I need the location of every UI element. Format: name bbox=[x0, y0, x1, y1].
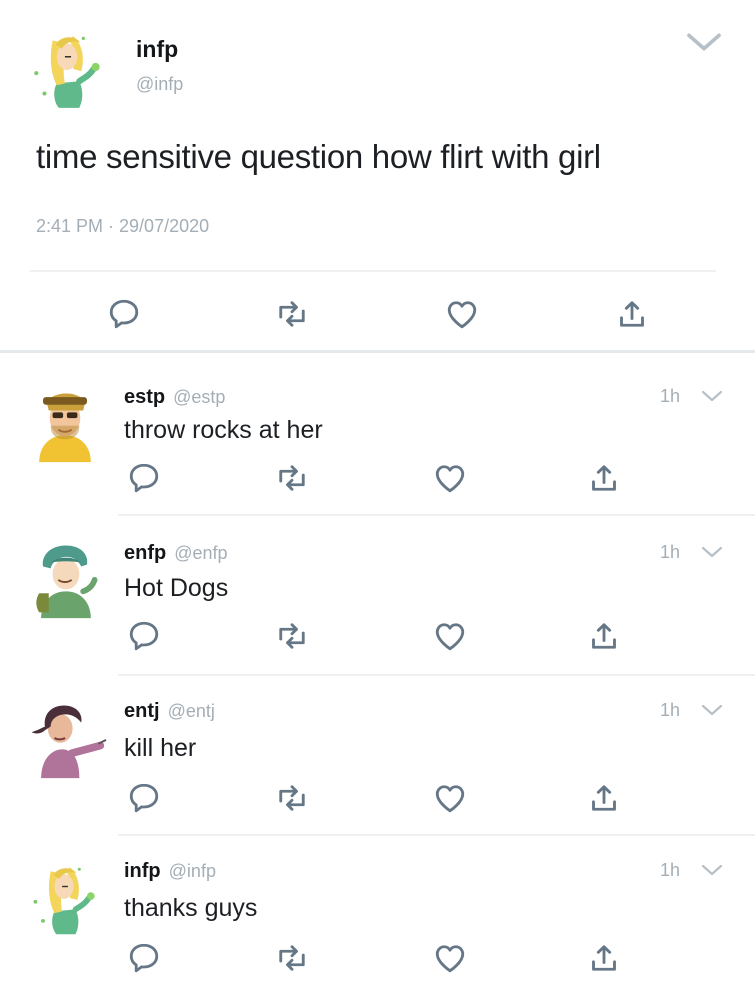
reply-text: Hot Dogs bbox=[124, 574, 229, 602]
reply-icon bbox=[126, 780, 162, 816]
retweet-button[interactable] bbox=[274, 296, 310, 332]
like-button[interactable] bbox=[432, 780, 468, 816]
reply-icon bbox=[126, 940, 162, 976]
like-icon bbox=[432, 460, 468, 496]
reply-tweet: estp @estp 1h throw rocks at her bbox=[0, 356, 755, 514]
share-icon bbox=[586, 780, 622, 816]
reply-author[interactable]: enfp @enfp bbox=[124, 542, 228, 565]
chevron-down-icon[interactable] bbox=[700, 701, 724, 719]
retweet-icon bbox=[274, 296, 310, 332]
reply-time: 1h bbox=[660, 386, 681, 406]
retweet-icon bbox=[274, 618, 310, 654]
retweet-button[interactable] bbox=[274, 940, 310, 976]
avatar[interactable] bbox=[22, 22, 114, 114]
main-tweet: infp @infp time sensitive question how f… bbox=[0, 0, 755, 352]
reply-tweet: infp @infp 1h thanks guys bbox=[0, 836, 755, 994]
avatar[interactable] bbox=[22, 854, 108, 940]
like-icon bbox=[444, 296, 480, 332]
author-handle: @enfp bbox=[174, 543, 228, 563]
reply-time: 1h bbox=[660, 542, 681, 562]
reply-icon bbox=[126, 618, 162, 654]
avatar[interactable] bbox=[22, 378, 108, 464]
chevron-down-icon[interactable] bbox=[700, 861, 724, 879]
reply-button[interactable] bbox=[126, 460, 162, 496]
reply-button[interactable] bbox=[126, 780, 162, 816]
chevron-down-icon[interactable] bbox=[700, 543, 724, 561]
like-icon bbox=[432, 780, 468, 816]
like-button[interactable] bbox=[432, 618, 468, 654]
tweet-timestamp: 2:41 PM · 29/07/2020 bbox=[36, 216, 210, 236]
reply-icon bbox=[106, 296, 142, 332]
reply-button[interactable] bbox=[126, 940, 162, 976]
reply-time: 1h bbox=[660, 860, 681, 880]
author-name[interactable]: infp bbox=[136, 36, 178, 63]
divider bbox=[30, 270, 716, 272]
chevron-down-icon[interactable] bbox=[684, 30, 724, 54]
like-button[interactable] bbox=[432, 940, 468, 976]
thread-divider bbox=[0, 350, 755, 353]
retweet-icon bbox=[274, 460, 310, 496]
reply-button[interactable] bbox=[126, 618, 162, 654]
reply-time: 1h bbox=[660, 700, 681, 720]
author-handle: @entj bbox=[167, 701, 215, 721]
like-button[interactable] bbox=[444, 296, 480, 332]
author-handle: @estp bbox=[173, 387, 226, 407]
like-icon bbox=[432, 940, 468, 976]
share-button[interactable] bbox=[586, 460, 622, 496]
share-icon bbox=[586, 940, 622, 976]
author-handle: @infp bbox=[168, 861, 216, 881]
share-button[interactable] bbox=[586, 618, 622, 654]
reply-text: thanks guys bbox=[124, 894, 258, 922]
avatar[interactable] bbox=[22, 534, 108, 620]
author-name: estp bbox=[124, 386, 166, 408]
reply-author[interactable]: entj @entj bbox=[124, 700, 215, 723]
reply-author[interactable]: estp @estp bbox=[124, 386, 225, 409]
reply-tweet: enfp @enfp 1h Hot Dogs bbox=[0, 516, 755, 674]
chevron-down-icon[interactable] bbox=[700, 387, 724, 405]
like-icon bbox=[432, 618, 468, 654]
share-button[interactable] bbox=[586, 780, 622, 816]
author-name: entj bbox=[124, 700, 160, 722]
retweet-button[interactable] bbox=[274, 780, 310, 816]
author-name: enfp bbox=[124, 542, 167, 564]
author-name: infp bbox=[124, 860, 161, 882]
retweet-icon bbox=[274, 780, 310, 816]
share-button[interactable] bbox=[586, 940, 622, 976]
reply-button[interactable] bbox=[106, 296, 142, 332]
share-icon bbox=[586, 618, 622, 654]
tweet-text: time sensitive question how flirt with g… bbox=[36, 138, 601, 175]
share-icon bbox=[586, 460, 622, 496]
reply-icon bbox=[126, 460, 162, 496]
like-button[interactable] bbox=[432, 460, 468, 496]
share-button[interactable] bbox=[614, 296, 650, 332]
avatar[interactable] bbox=[22, 694, 108, 780]
reply-author[interactable]: infp @infp bbox=[124, 860, 216, 883]
reply-text: throw rocks at her bbox=[124, 416, 323, 444]
reply-text: kill her bbox=[124, 734, 197, 762]
retweet-icon bbox=[274, 940, 310, 976]
retweet-button[interactable] bbox=[274, 460, 310, 496]
reply-tweet: entj @entj 1h kill her bbox=[0, 676, 755, 834]
author-handle[interactable]: @infp bbox=[136, 74, 183, 95]
retweet-button[interactable] bbox=[274, 618, 310, 654]
share-icon bbox=[614, 296, 650, 332]
